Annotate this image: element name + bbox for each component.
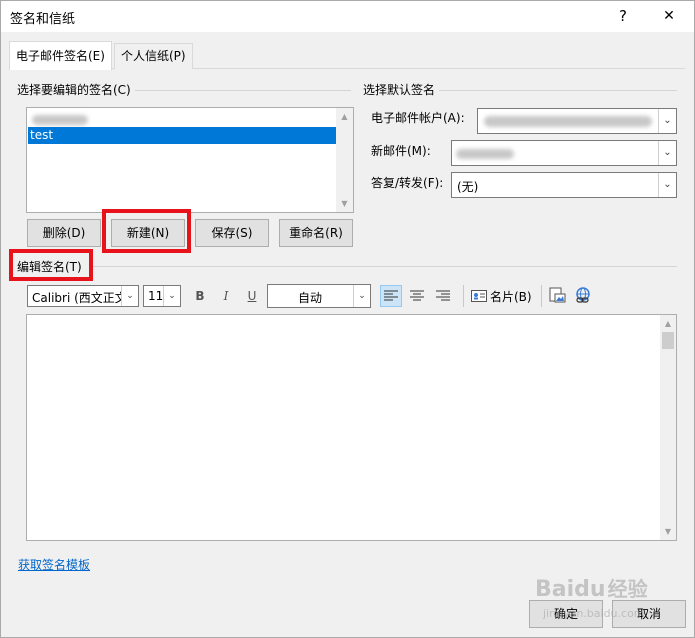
align-center-icon	[410, 290, 424, 301]
bold-button[interactable]: B	[191, 286, 209, 306]
chevron-down-icon[interactable]: ⌄	[353, 285, 370, 307]
help-button[interactable]: ?	[611, 5, 635, 27]
align-left-button[interactable]	[380, 285, 402, 307]
scroll-down-icon[interactable]: ▼	[336, 199, 353, 208]
redacted-new-messages	[456, 149, 514, 159]
align-left-icon	[384, 290, 398, 301]
tab-email-signature[interactable]: 电子邮件签名(E)	[9, 41, 112, 70]
editor-scrollbar[interactable]: ▲ ▼	[660, 315, 676, 540]
window-title: 签名和信纸	[10, 12, 76, 27]
watermark-logo: Baidu 经验	[535, 577, 648, 602]
scroll-thumb[interactable]	[662, 332, 674, 349]
font-color-select[interactable]: 自动 ⌄	[267, 284, 371, 308]
redacted-signature-name	[32, 115, 88, 125]
chevron-down-icon[interactable]: ⌄	[121, 286, 138, 306]
edit-signature-highlight	[9, 249, 93, 281]
delete-button[interactable]: 删除(D)	[27, 219, 101, 247]
signature-list[interactable]: test ▲ ▼	[26, 107, 354, 213]
edit-signature-divider	[89, 266, 677, 267]
replies-forwards-label: 答复/转发(F):	[371, 176, 444, 190]
insert-hyperlink-button[interactable]	[573, 286, 593, 306]
select-signature-label: 选择要编辑的签名(C)	[17, 81, 135, 98]
business-card-button[interactable]: 名片(B)	[471, 286, 533, 306]
insert-picture-button[interactable]	[548, 286, 568, 306]
align-right-button[interactable]	[432, 285, 454, 307]
toolbar-separator	[541, 285, 542, 307]
get-templates-link[interactable]: 获取签名模板	[18, 556, 90, 573]
picture-icon	[549, 287, 566, 303]
email-account-select[interactable]: ⌄	[477, 108, 677, 134]
align-right-icon	[436, 290, 450, 301]
new-messages-label: 新邮件(M):	[371, 144, 431, 158]
chevron-down-icon[interactable]: ⌄	[658, 141, 676, 165]
chevron-down-icon[interactable]: ⌄	[658, 173, 676, 197]
signature-editor[interactable]: ▲ ▼	[26, 314, 677, 541]
chevron-down-icon[interactable]: ⌄	[658, 109, 676, 133]
hyperlink-icon	[576, 287, 590, 303]
rename-button[interactable]: 重命名(R)	[279, 219, 353, 247]
new-messages-select[interactable]: ⌄	[451, 140, 677, 166]
save-button[interactable]: 保存(S)	[195, 219, 269, 247]
signature-list-scrollbar[interactable]: ▲ ▼	[336, 108, 353, 212]
signatures-dialog: 签名和信纸 ? ✕ 电子邮件签名(E) 个人信纸(P) 选择要编辑的签名(C) …	[0, 0, 695, 638]
align-center-button[interactable]	[406, 285, 428, 307]
scroll-down-icon[interactable]: ▼	[660, 527, 676, 536]
watermark-url: jingyan.baidu.com	[543, 607, 645, 620]
close-button[interactable]: ✕	[657, 5, 681, 27]
underline-button[interactable]: U	[243, 286, 261, 306]
email-account-label: 电子邮件帐户(A):	[371, 111, 465, 125]
business-card-icon	[471, 290, 487, 302]
redacted-account	[484, 116, 652, 127]
signature-list-item[interactable]	[28, 111, 337, 128]
replies-forwards-select[interactable]: (无) ⌄	[451, 172, 677, 198]
scroll-up-icon[interactable]: ▲	[336, 112, 353, 121]
default-signature-label: 选择默认签名	[363, 81, 440, 98]
toolbar-separator	[463, 285, 464, 307]
italic-button[interactable]: I	[217, 286, 235, 306]
tab-personal-stationery[interactable]: 个人信纸(P)	[114, 43, 193, 69]
font-select[interactable]: Calibri (西文正文 ⌄	[27, 285, 139, 307]
new-button-highlight	[102, 209, 191, 253]
scroll-up-icon[interactable]: ▲	[660, 319, 676, 328]
signature-list-item-selected[interactable]: test	[28, 127, 337, 144]
font-size-select[interactable]: 11 ⌄	[143, 285, 181, 307]
title-bar: 签名和信纸 ? ✕	[1, 1, 694, 32]
chevron-down-icon[interactable]: ⌄	[163, 286, 180, 306]
